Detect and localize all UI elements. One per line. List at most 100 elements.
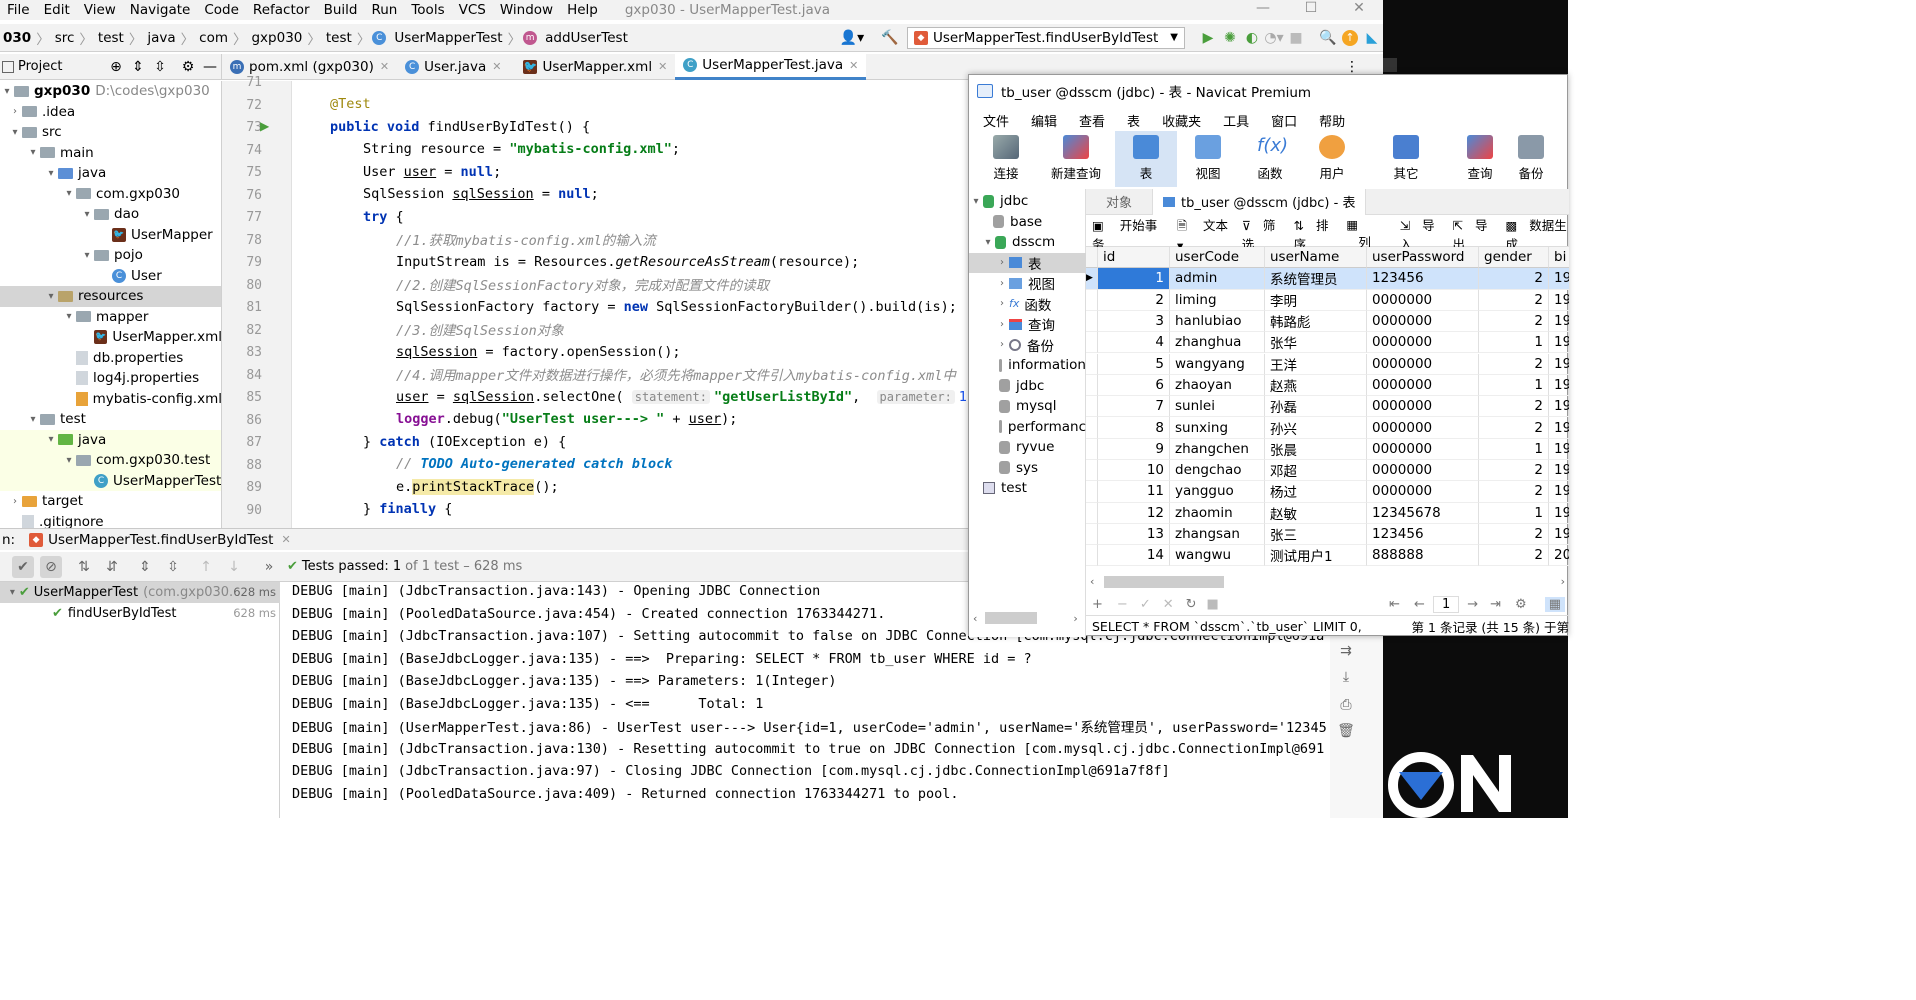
table-row[interactable]: 3hanlubiao韩路彪0000000219 (1086, 310, 1569, 333)
tree-db-base[interactable]: base (969, 212, 1086, 233)
table-cell[interactable]: 张华 (1265, 332, 1367, 354)
function-button[interactable]: f(x) 函数 (1239, 131, 1301, 187)
table-cell[interactable]: 2 (1479, 289, 1549, 311)
table-cell[interactable]: 14 (1098, 545, 1170, 567)
tree-db-ryvue[interactable]: ryvue (969, 437, 1086, 458)
project-tool-label[interactable]: Project (18, 59, 62, 74)
new-query-button[interactable]: 新建查询 (1045, 131, 1107, 187)
tree-item-com-gxp030-test[interactable]: ▾ com.gxp030.test (0, 450, 221, 471)
table-cell[interactable]: 6 (1098, 374, 1170, 397)
page-number-input[interactable]: 1 (1432, 595, 1460, 613)
other-button[interactable]: 其它 (1375, 131, 1437, 187)
row-marker[interactable] (1086, 374, 1098, 397)
breadcrumb-java[interactable]: java (144, 30, 178, 46)
tree-item-dao[interactable]: ▾ dao (0, 204, 221, 225)
table-cell[interactable]: 孙兴 (1265, 417, 1367, 439)
breadcrumb-com[interactable]: com (196, 30, 231, 46)
tree-item-gitignore[interactable]: .gitignore (0, 512, 221, 528)
table-cell[interactable]: 韩路彪 (1265, 310, 1367, 333)
menu-refactor[interactable]: Refactor (246, 2, 317, 18)
plugin-icon[interactable]: ◣ (1361, 30, 1383, 46)
user-button[interactable]: 用户 (1301, 131, 1363, 187)
print-icon[interactable]: ⎙ (1335, 694, 1357, 716)
table-cell[interactable]: 1 (1479, 438, 1549, 460)
table-cell[interactable]: 1 (1479, 502, 1549, 524)
column-header[interactable]: bi (1549, 247, 1569, 269)
table-cell[interactable]: 0000000 (1367, 310, 1479, 333)
table-cell[interactable]: 2 (1479, 417, 1549, 439)
close-icon[interactable]: ✕ (1335, 0, 1383, 16)
tree-item-mybatis-config[interactable]: mybatis-config.xml (0, 389, 221, 410)
tree-connection-jdbc[interactable]: ▾ jdbc (969, 191, 1086, 212)
navicat-menu-item[interactable]: 文件 (975, 111, 1017, 130)
table-cell[interactable]: 10 (1098, 460, 1170, 482)
table-cell[interactable]: 19 (1549, 460, 1569, 482)
debug-icon[interactable]: ✺ (1219, 30, 1241, 46)
table-cell[interactable]: yangguo (1170, 481, 1265, 503)
tree-functions[interactable]: › fx 函数 (969, 294, 1086, 315)
row-marker[interactable] (1086, 289, 1098, 311)
run-tab[interactable]: UserMapperTest.findUserByIdTest (48, 532, 273, 548)
run-icon[interactable]: ▶ (1197, 30, 1219, 46)
tree-item-main-java[interactable]: ▾ java (0, 163, 221, 184)
minimize-icon[interactable]: — (1239, 0, 1287, 16)
tree-item-mapper[interactable]: ▾ mapper (0, 307, 221, 328)
table-cell[interactable]: 0000000 (1367, 396, 1479, 418)
view-button[interactable]: 视图 (1177, 131, 1239, 187)
table-cell[interactable]: 0000000 (1367, 460, 1479, 482)
table-row[interactable]: 12zhaomin赵敏12345678119 (1086, 502, 1569, 524)
table-row[interactable]: 6zhaoyan赵燕0000000119 (1086, 374, 1569, 397)
menu-tools[interactable]: Tools (404, 2, 451, 18)
tree-item-root[interactable]: ▾ gxp030 D:\codes\gxp030 (0, 81, 221, 102)
table-cell[interactable]: liming (1170, 289, 1265, 311)
table-cell[interactable]: 12 (1098, 502, 1170, 524)
maximize-icon[interactable]: ☐ (1287, 0, 1335, 16)
gear-icon[interactable]: ⚙ (1515, 597, 1527, 612)
row-marker[interactable] (1086, 460, 1098, 482)
table-cell[interactable]: 2 (1479, 396, 1549, 418)
build-hammer-icon[interactable]: 🔨 (879, 30, 901, 46)
soft-wrap-icon[interactable]: ⇉ (1335, 640, 1357, 662)
table-row[interactable]: 10dengchao邓超0000000219 (1086, 460, 1569, 482)
table-row[interactable]: 8sunxing孙兴0000000219 (1086, 417, 1569, 439)
menu-run[interactable]: Run (364, 2, 404, 18)
tree-item-db-properties[interactable]: db.properties (0, 348, 221, 369)
row-marker[interactable] (1086, 523, 1098, 546)
locate-icon[interactable]: ⊕ (105, 59, 127, 75)
more-tabs-icon[interactable]: ⋮ (1341, 59, 1363, 75)
close-tab-icon[interactable]: ✕ (380, 60, 389, 73)
table-row[interactable]: 4zhanghua张华0000000119 (1086, 332, 1569, 354)
row-marker[interactable] (1086, 396, 1098, 418)
tree-item-log4j-properties[interactable]: log4j.properties (0, 368, 221, 389)
tree-db-performance[interactable]: performanc (969, 417, 1086, 438)
table-cell[interactable]: 1 (1098, 268, 1170, 290)
gear-icon[interactable]: ⚙ (177, 59, 199, 75)
more-icon[interactable]: » (258, 556, 280, 578)
run-configuration-selector[interactable]: ◆ UserMapperTest.findUserByIdTest ▼ (906, 26, 1185, 49)
table-cell[interactable]: zhanghua (1170, 332, 1265, 354)
row-marker[interactable] (1086, 353, 1098, 375)
menu-file[interactable]: File (0, 2, 37, 18)
tree-db-dsscm[interactable]: ▾ dsscm (969, 232, 1086, 253)
menu-code[interactable]: Code (197, 2, 246, 18)
table-row[interactable]: 14wangwu测试用户1888888220 (1086, 545, 1569, 567)
tree-item-usermapper[interactable]: 🐦 UserMapper (0, 225, 221, 246)
table-cell[interactable]: wangyang (1170, 353, 1265, 375)
tab-objects[interactable]: 对象 (1086, 192, 1152, 211)
expand-all-icon[interactable]: ⇕ (127, 59, 149, 75)
scroll-to-end-icon[interactable]: ⤓ (1335, 666, 1357, 688)
table-row[interactable]: 5wangyang王洋0000000219 (1086, 353, 1569, 375)
table-cell[interactable]: 李明 (1265, 289, 1367, 311)
row-marker[interactable] (1086, 417, 1098, 439)
code-editor[interactable]: @Test public void findUserByIdTest() { S… (292, 81, 968, 528)
tree-queries[interactable]: › 查询 (969, 314, 1086, 335)
table-cell[interactable]: 赵燕 (1265, 374, 1367, 397)
table-cell[interactable]: sunxing (1170, 417, 1265, 439)
table-cell[interactable]: 19 (1549, 311, 1569, 333)
close-tab-icon[interactable]: ✕ (281, 533, 290, 546)
menu-navigate[interactable]: Navigate (123, 2, 198, 18)
table-row[interactable]: 13zhangsan张三123456219 (1086, 523, 1569, 546)
row-marker[interactable] (1086, 481, 1098, 503)
table-cell[interactable]: 19 (1549, 417, 1569, 439)
table-cell[interactable]: 2 (1479, 353, 1549, 375)
